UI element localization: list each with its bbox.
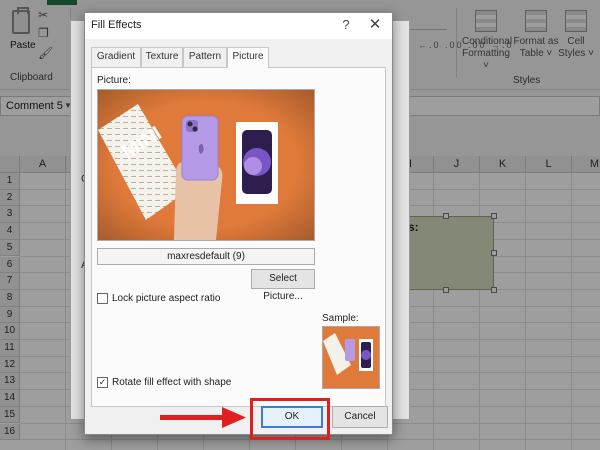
- tab-picture[interactable]: Picture: [227, 47, 269, 68]
- rotate-fill-checkbox[interactable]: ✓: [97, 377, 108, 388]
- sample-preview-image: [323, 327, 379, 388]
- lock-aspect-row[interactable]: Lock picture aspect ratio: [97, 293, 220, 304]
- dialog-titlebar: Fill Effects ? ✕: [85, 13, 392, 39]
- help-icon[interactable]: ?: [338, 17, 354, 32]
- picture-name-field: maxresdefault (9): [97, 248, 315, 265]
- select-picture-button[interactable]: Select Picture...: [251, 269, 315, 302]
- close-icon[interactable]: ✕: [367, 15, 383, 33]
- picture-preview: MINI: [97, 89, 315, 241]
- tab-pattern[interactable]: Pattern: [183, 47, 227, 67]
- dialog-title: Fill Effects: [91, 19, 142, 31]
- tab-texture[interactable]: Texture: [141, 47, 183, 67]
- pointer-arrow-icon: [160, 407, 246, 428]
- rotate-fill-row[interactable]: ✓ Rotate fill effect with shape: [97, 377, 231, 388]
- ok-highlight-box: [250, 398, 330, 440]
- picture-preview-image: MINI: [98, 90, 314, 240]
- lock-aspect-label[interactable]: Lock picture aspect ratio: [112, 293, 220, 304]
- sample-label: Sample:: [322, 313, 359, 324]
- sample-preview: [322, 326, 380, 389]
- rotate-fill-label[interactable]: Rotate fill effect with shape: [112, 377, 231, 388]
- lock-aspect-checkbox[interactable]: [97, 293, 108, 304]
- fill-effects-dialog: Fill Effects ? ✕ Gradient Texture Patter…: [84, 12, 393, 435]
- tab-gradient[interactable]: Gradient: [91, 47, 141, 67]
- picture-label: Picture:: [97, 75, 131, 86]
- cancel-button[interactable]: Cancel: [332, 406, 388, 428]
